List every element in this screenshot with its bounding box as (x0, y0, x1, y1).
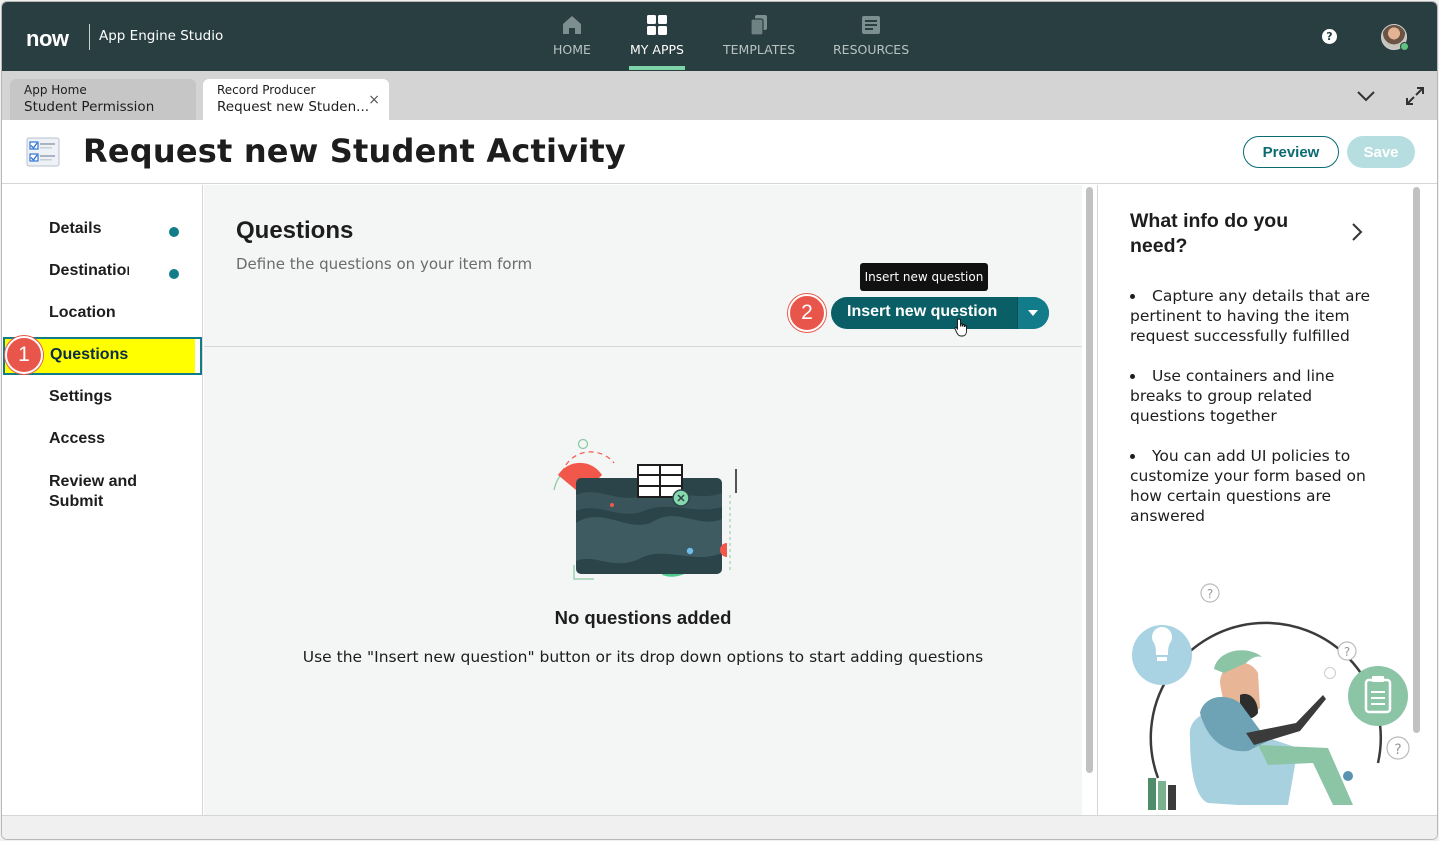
window-footer (2, 815, 1437, 839)
nav-my-apps[interactable]: MY APPS (629, 14, 685, 70)
top-navigation-bar: now App Engine Studio HOME MY APPS TEMPL… (2, 2, 1437, 71)
step-label: Details (49, 220, 102, 237)
tab-name-label: Request new Studen... (217, 99, 370, 115)
page-title: Request new Student Activity (83, 132, 626, 170)
help-tips-list: Capture any details that are pertinent t… (1130, 286, 1370, 546)
active-tab-indicator (629, 66, 685, 70)
tab-type-label: Record Producer (217, 83, 316, 97)
presence-status-icon (1400, 42, 1409, 51)
help-illustration: ? ? ? (1132, 583, 1410, 810)
empty-state-title: No questions added (554, 607, 732, 628)
help-tip: You can add UI policies to customize you… (1130, 446, 1370, 526)
step-complete-icon (169, 269, 179, 279)
page-header: Request new Student Activity Preview Sav… (2, 120, 1437, 184)
empty-state-description: Use the "Insert new question" button or … (302, 648, 984, 666)
chevron-right-icon[interactable] (1350, 222, 1364, 242)
nav-resources[interactable]: RESOURCES (833, 14, 909, 70)
center-scrollbar[interactable] (1084, 185, 1096, 815)
empty-state-illustration (553, 438, 737, 580)
nav-home[interactable]: HOME (551, 14, 593, 70)
step-complete-icon (169, 227, 179, 237)
tab-record-producer[interactable]: Record Producer Request new Studen... × (203, 79, 389, 120)
insert-question-tooltip: Insert new question (860, 263, 988, 291)
chevron-down-icon[interactable] (1355, 87, 1377, 105)
step-label: Settings (49, 388, 113, 405)
scrollbar-thumb[interactable] (1086, 187, 1093, 773)
step-label: Location (49, 304, 116, 321)
expand-icon[interactable] (1403, 84, 1427, 108)
home-icon (563, 16, 581, 34)
caret-down-icon (1028, 310, 1038, 316)
nav-templates-label: TEMPLATES (723, 42, 796, 57)
nav-resources-label: RESOURCES (833, 42, 910, 57)
templates-icon (750, 15, 767, 36)
annotation-badge-1: 1 (5, 336, 43, 374)
section-divider (204, 346, 1082, 347)
questions-panel: Questions Define the questions on your i… (204, 185, 1082, 815)
annotation-badge-2: 2 (788, 294, 826, 332)
svg-text:?: ? (1207, 587, 1213, 601)
step-label: Questions (50, 346, 129, 363)
help-panel-scrollbar[interactable] (1411, 185, 1423, 815)
step-details[interactable]: Details (2, 211, 201, 249)
step-settings[interactable]: Settings (2, 379, 201, 417)
step-access[interactable]: Access (2, 421, 201, 459)
preview-button[interactable]: Preview (1243, 136, 1339, 168)
section-title: Questions (236, 217, 354, 244)
tab-name-label: Student Permission (24, 99, 155, 115)
help-panel: What info do you need? Capture any detai… (1097, 185, 1437, 815)
step-location[interactable]: Location (2, 295, 201, 333)
servicenow-logo[interactable]: now (26, 26, 69, 52)
svg-text:?: ? (1344, 645, 1350, 659)
tab-type-label: App Home (24, 83, 87, 97)
help-tip: Capture any details that are pertinent t… (1130, 287, 1371, 345)
step-label: Access (49, 430, 106, 447)
svg-text:?: ? (1394, 742, 1401, 758)
steps-sidebar: Details Destination Location Questions S… (2, 185, 203, 815)
step-label: Destination (49, 262, 129, 279)
editor-tab-strip: App Home Student Permission Record Produ… (2, 71, 1437, 120)
insert-question-button[interactable]: Insert new question (831, 297, 1049, 329)
nav-my-apps-label: MY APPS (630, 42, 684, 57)
resources-icon (862, 16, 880, 34)
help-panel-title: What info do you need? (1130, 210, 1289, 257)
logo-divider (89, 24, 90, 50)
grid-icon (647, 15, 667, 35)
app-title: App Engine Studio (99, 28, 224, 44)
step-destination[interactable]: Destination (2, 253, 201, 291)
insert-question-label: Insert new question (847, 303, 998, 320)
app-window: now App Engine Studio HOME MY APPS TEMPL… (1, 1, 1438, 840)
form-icon (26, 137, 60, 167)
help-icon[interactable]: ? (1322, 29, 1337, 44)
close-icon[interactable]: × (368, 92, 380, 108)
step-label: Review and Submit (49, 473, 138, 510)
insert-options-dropdown[interactable] (1017, 297, 1049, 329)
help-tip: Use containers and line breaks to group … (1130, 366, 1370, 426)
step-review-and-submit[interactable]: Review and Submit (2, 463, 201, 511)
tab-app-home[interactable]: App Home Student Permission (10, 79, 196, 120)
nav-home-label: HOME (553, 42, 591, 57)
nav-templates[interactable]: TEMPLATES (723, 14, 795, 70)
section-subtitle: Define the questions on your item form (236, 255, 533, 273)
hand-cursor-icon (954, 318, 967, 337)
scrollbar-thumb[interactable] (1413, 187, 1420, 733)
save-button[interactable]: Save (1347, 136, 1415, 168)
